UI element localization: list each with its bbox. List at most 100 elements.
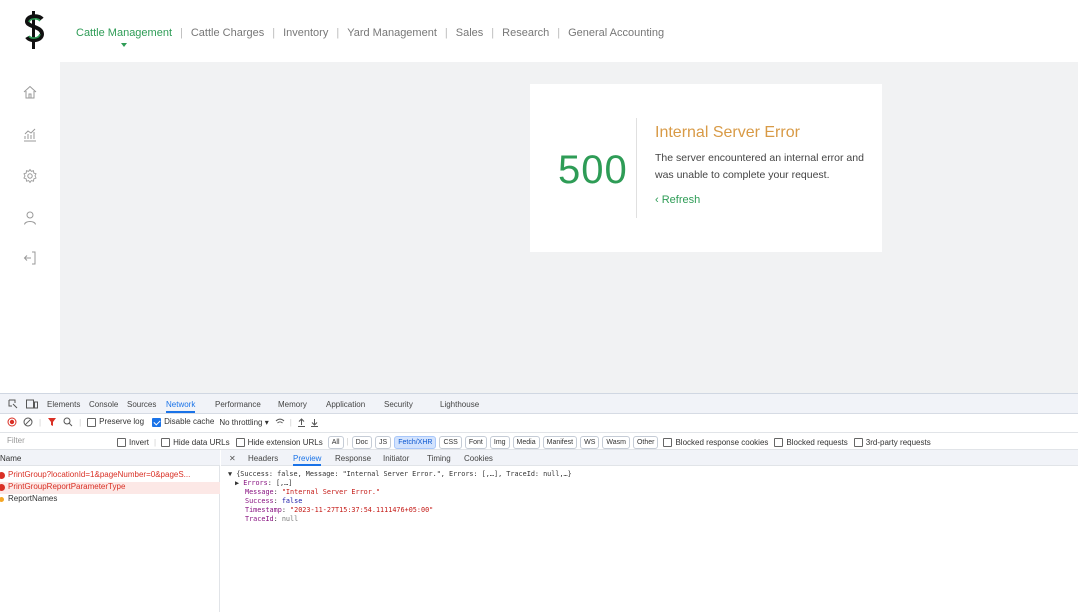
refresh-label: Refresh — [661, 194, 701, 206]
chip-ws[interactable]: WS — [580, 436, 600, 449]
tab-network[interactable]: Network — [166, 400, 196, 413]
request-name: PrintGroupReportParameterType — [8, 482, 126, 491]
filter-separator: | — [154, 438, 157, 447]
error-status-icon — [0, 472, 5, 479]
blocked-cookies-toggle[interactable]: Blocked response cookies — [663, 437, 769, 448]
chip-fetch-xhr[interactable]: Fetch/XHR — [394, 436, 437, 449]
tab-performance[interactable]: Performance — [215, 400, 261, 409]
brand-logo-icon[interactable] — [20, 10, 50, 50]
close-detail-icon[interactable]: ✕ — [229, 454, 236, 463]
preview-summary-row[interactable]: ▼ {Success: false, Message: "Internal Se… — [228, 470, 572, 478]
chip-manifest[interactable]: Manifest — [542, 436, 578, 449]
blocked-cookies-label: Blocked response cookies — [675, 437, 769, 447]
sidebar — [0, 62, 60, 393]
tab-memory[interactable]: Memory — [278, 400, 307, 409]
tab-application[interactable]: Application — [326, 400, 365, 409]
chip-all[interactable]: All — [327, 436, 344, 449]
settings-icon[interactable] — [22, 168, 38, 184]
nav-separator: | — [180, 27, 183, 39]
filter-input[interactable]: Filter — [7, 436, 25, 445]
chip-media[interactable]: Media — [512, 436, 540, 449]
requests-pane: Name PrintGroup?locationId=1&pageNumber=… — [0, 450, 220, 612]
hide-extension-urls-toggle[interactable]: Hide extension URLs — [235, 438, 323, 448]
throttling-select[interactable]: No throttling ▾ — [219, 418, 268, 427]
preserve-log-toggle[interactable]: Preserve log — [87, 417, 145, 427]
tab-elements[interactable]: Elements — [47, 400, 80, 409]
inspect-element-icon[interactable] — [8, 399, 18, 409]
tab-sources[interactable]: Sources — [127, 400, 156, 409]
nav-yard-management[interactable]: Yard Management — [347, 27, 437, 39]
request-name: PrintGroup?locationId=1&pageNumber=0&pag… — [8, 470, 191, 479]
preserve-log-label: Preserve log — [99, 417, 145, 427]
nav-sales[interactable]: Sales — [456, 27, 484, 39]
download-icon[interactable] — [310, 418, 319, 427]
tab-initiator[interactable]: Initiator — [383, 454, 409, 463]
home-icon[interactable] — [22, 84, 38, 100]
blocked-requests-toggle[interactable]: Blocked requests — [774, 438, 848, 448]
nav-separator: | — [557, 27, 561, 39]
upload-icon[interactable] — [297, 417, 306, 427]
chip-doc[interactable]: Doc — [351, 436, 373, 449]
preview-errors-row[interactable]: ▶ Errors: [,…] — [235, 479, 292, 487]
tab-lighthouse[interactable]: Lighthouse — [440, 400, 479, 409]
toolbar-separator: | — [39, 417, 42, 427]
expand-triangle-icon: ▼ — [228, 470, 233, 478]
network-conditions-icon[interactable] — [275, 418, 285, 427]
main-content: 500 Internal Server Error The server enc… — [60, 62, 1078, 393]
refresh-link[interactable]: ‹ Refresh — [655, 194, 700, 206]
tab-cookies[interactable]: Cookies — [464, 454, 493, 463]
type-chips: All | Doc JS Fetch/XHR CSS Font Img Media Manifes… — [327, 436, 662, 449]
toolbar-controls: | | Preserve log Disable cache No thrott… — [7, 417, 319, 427]
chip-font[interactable]: Font — [464, 436, 487, 449]
nav-separator: | — [491, 27, 495, 39]
nav-separator: | — [336, 27, 340, 39]
app-root: Cattle Management | Cattle Charges | Inv… — [0, 0, 1078, 612]
disable-cache-toggle[interactable]: Disable cache — [152, 417, 214, 427]
nav-cattle-charges[interactable]: Cattle Charges — [191, 27, 264, 39]
nav-separator: | — [272, 27, 276, 39]
chip-img[interactable]: Img — [489, 436, 510, 449]
chart-icon[interactable] — [22, 127, 38, 143]
tab-preview[interactable]: Preview — [293, 454, 322, 466]
main-nav: Cattle Management | Cattle Charges | Inv… — [76, 27, 664, 47]
request-row[interactable]: PrintGroup?locationId=1&pageNumber=0&pag… — [0, 470, 220, 482]
nav-general-accounting[interactable]: General Accounting — [568, 27, 664, 39]
invert-toggle[interactable]: Invert — [117, 438, 149, 448]
request-row[interactable]: ReportNames — [0, 494, 220, 506]
tab-timing[interactable]: Timing — [427, 454, 451, 463]
logout-icon[interactable] — [22, 250, 38, 266]
top-nav: Cattle Management | Cattle Charges | Inv… — [0, 0, 1078, 62]
request-detail-pane: ✕ Headers Preview Response Initiator Tim… — [221, 450, 1078, 612]
user-icon[interactable] — [22, 210, 38, 226]
hide-data-urls-toggle[interactable]: Hide data URLs — [161, 438, 230, 448]
search-icon[interactable] — [63, 417, 73, 427]
tab-headers[interactable]: Headers — [248, 454, 278, 463]
nav-inventory[interactable]: Inventory — [283, 27, 328, 39]
request-row-selected[interactable]: PrintGroupReportParameterType — [0, 482, 220, 494]
error-message: The server encountered an internal error… — [655, 152, 864, 181]
chip-wasm[interactable]: Wasm — [602, 436, 630, 449]
tab-security[interactable]: Security — [384, 400, 413, 409]
detail-tabbar: ✕ Headers Preview Response Initiator Tim… — [221, 450, 1078, 466]
checkbox — [235, 438, 245, 448]
clear-icon[interactable] — [23, 417, 33, 427]
tab-response[interactable]: Response — [335, 454, 371, 463]
network-toolbar: | | Preserve log Disable cache No thrott… — [0, 414, 1078, 433]
tab-label: Network — [166, 400, 196, 409]
nav-research[interactable]: Research — [502, 27, 549, 39]
chip-other[interactable]: Other — [632, 436, 659, 449]
chip-js[interactable]: JS — [375, 436, 392, 449]
name-column-header[interactable]: Name — [0, 454, 21, 463]
third-party-toggle[interactable]: 3rd-party requests — [853, 438, 931, 448]
checkbox — [853, 438, 863, 448]
nav-label: Cattle Management — [76, 27, 172, 39]
record-icon[interactable] — [7, 417, 17, 427]
chip-css[interactable]: CSS — [439, 436, 462, 449]
device-toolbar-icon[interactable] — [26, 399, 38, 409]
throttling-value: No throttling — [219, 417, 263, 427]
nav-cattle-management[interactable]: Cattle Management — [76, 27, 172, 47]
filter-icon[interactable] — [47, 417, 57, 427]
preview-message-row: Message: "Internal Server Error." — [245, 488, 381, 496]
tab-console[interactable]: Console — [89, 400, 118, 409]
preview-success-row: Success: false — [245, 497, 303, 505]
